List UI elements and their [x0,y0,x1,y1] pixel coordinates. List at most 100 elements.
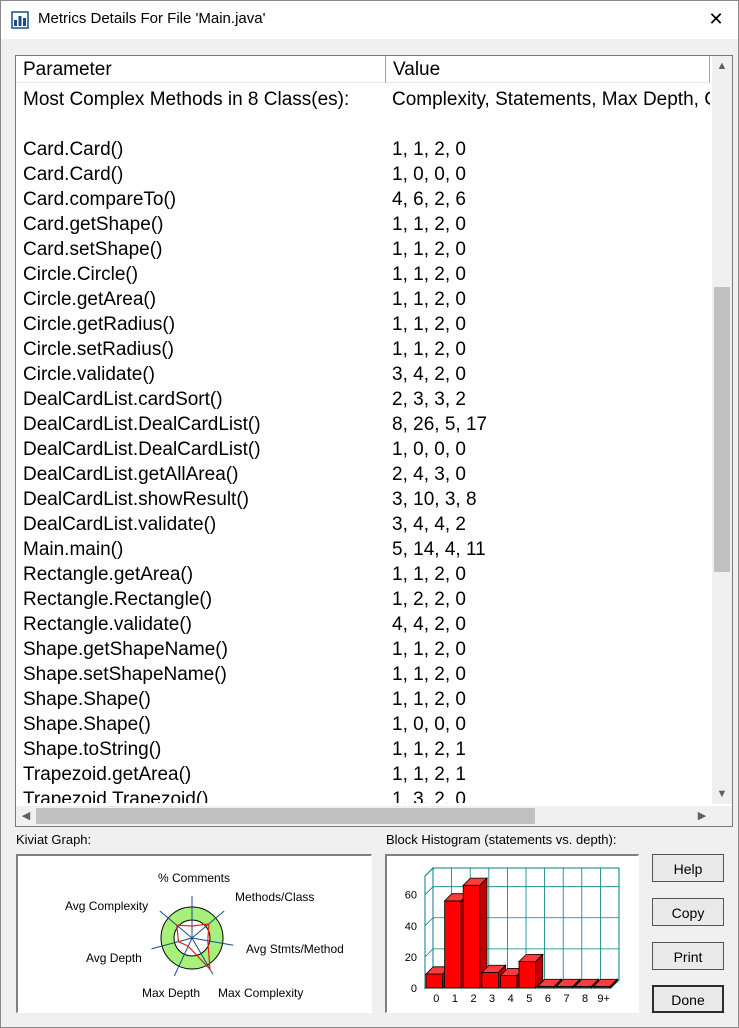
value-cell: 4, 4, 2, 0 [392,614,466,635]
value-cell: 2, 3, 3, 2 [392,389,466,410]
scroll-up-arrow-icon[interactable]: ▲ [712,56,732,76]
table-header: Parameter Value [16,56,710,84]
parameter-cell: Rectangle.getArea() [23,564,194,585]
histogram-x-tick-label: 5 [526,993,532,1005]
value-cell: 3, 4, 4, 2 [392,514,466,535]
table-row[interactable]: DealCardList.cardSort() 2, 3, 3, 2 [16,387,710,412]
table-row[interactable]: DealCardList.DealCardList() 8, 26, 5, 17 [16,412,710,437]
table-row[interactable]: DealCardList.showResult() 3, 10, 3, 8 [16,487,710,512]
histogram-bar [481,972,499,989]
value-cell: Complexity, Statements, Max Depth, Calls [392,89,710,110]
parameter-cell: DealCardList.showResult() [23,489,249,510]
kiviat-axis-label-max-depth: Max Depth [142,986,200,1000]
table-row[interactable]: Shape.Shape() 1, 0, 0, 0 [16,712,710,737]
table-row[interactable]: Card.setShape() 1, 1, 2, 0 [16,237,710,262]
value-cell: 1, 1, 2, 0 [392,639,466,660]
horizontal-scrollbar[interactable]: ◀ ▶ [16,806,712,826]
kiviat-axis-label-comments: % Comments [158,871,230,885]
table-row[interactable]: DealCardList.validate() 3, 4, 4, 2 [16,512,710,537]
table-row[interactable]: Card.getShape() 1, 1, 2, 0 [16,212,710,237]
parameter-cell: DealCardList.cardSort() [23,389,223,410]
table-row[interactable]: Main.main() 5, 14, 4, 11 [16,537,710,562]
table-row[interactable]: Circle.Circle() 1, 1, 2, 0 [16,262,710,287]
parameter-cell: Main.main() [23,539,124,560]
value-cell: 8, 26, 5, 17 [392,414,488,435]
histogram-x-tick-label: 3 [489,993,495,1005]
parameter-cell: Card.compareTo() [23,189,177,210]
scroll-right-arrow-icon[interactable]: ▶ [692,806,712,826]
kiviat-graph-canvas: % Comments Methods/Class Avg Stmts/Metho… [65,871,344,1000]
value-cell: 2, 4, 3, 0 [392,464,466,485]
histogram-x-tick-label: 1 [452,993,458,1005]
histogram-bar [444,900,462,989]
metrics-table: Parameter Value Most Complex Methods in … [15,55,733,827]
parameter-cell: DealCardList.getAllArea() [23,464,239,485]
value-cell: 3, 10, 3, 8 [392,489,477,510]
parameter-cell: Trapezoid.Trapezoid() [23,789,209,803]
value-cell: 1, 1, 2, 0 [392,264,466,285]
table-row[interactable]: DealCardList.getAllArea() 2, 4, 3, 0 [16,462,710,487]
horizontal-scroll-thumb[interactable] [36,808,535,824]
kiviat-axis-label-avg-complexity: Avg Complexity [65,899,148,913]
title-bar: Metrics Details For File 'Main.java' ✕ [1,1,738,39]
table-row[interactable]: Circle.getRadius() 1, 1, 2, 0 [16,312,710,337]
parameter-cell: Shape.setShapeName() [23,664,227,685]
kiviat-axis-label-methods-per-class: Methods/Class [235,890,314,904]
parameter-cell: Shape.getShapeName() [23,639,228,660]
table-row[interactable]: Rectangle.getArea() 1, 1, 2, 0 [16,562,710,587]
table-row[interactable]: Circle.setRadius() 1, 1, 2, 0 [16,337,710,362]
vertical-scrollbar[interactable]: ▲ ▼ [712,56,732,804]
table-row[interactable]: Card.Card() 1, 0, 0, 0 [16,162,710,187]
print-button[interactable]: Print [652,942,724,970]
histogram-bar [518,961,537,989]
table-row[interactable]: Shape.toString() 1, 1, 2, 1 [16,737,710,762]
table-row[interactable] [16,112,710,137]
parameter-cell: DealCardList.DealCardList() [23,439,261,460]
histogram-x-tick-label: 2 [470,993,476,1005]
table-row[interactable]: Circle.validate() 3, 4, 2, 0 [16,362,710,387]
done-button[interactable]: Done [652,985,724,1013]
table-row[interactable]: Shape.setShapeName() 1, 1, 2, 0 [16,662,710,687]
value-cell: 1, 1, 2, 0 [392,314,466,335]
parameter-cell: Card.Card() [23,164,124,185]
scrollbar-corner [712,806,732,826]
table-row[interactable]: Trapezoid.Trapezoid() 1, 3, 2, 0 [16,787,710,803]
kiviat-graph: % Comments Methods/Class Avg Stmts/Metho… [16,854,372,1013]
table-row[interactable]: Rectangle.Rectangle() 1, 2, 2, 0 [16,587,710,612]
value-cell: 1, 2, 2, 0 [392,589,466,610]
table-row[interactable]: Shape.Shape() 1, 1, 2, 0 [16,687,710,712]
histogram-x-tick-label: 0 [433,993,439,1005]
scroll-left-arrow-icon[interactable]: ◀ [16,806,36,826]
table-row[interactable]: Card.Card() 1, 1, 2, 0 [16,137,710,162]
table-row[interactable]: Rectangle.validate() 4, 4, 2, 0 [16,612,710,637]
column-header-value[interactable]: Value [386,56,710,83]
table-row[interactable]: Circle.getArea() 1, 1, 2, 0 [16,287,710,312]
help-button[interactable]: Help [652,854,724,882]
table-row[interactable]: DealCardList.DealCardList() 1, 0, 0, 0 [16,437,710,462]
column-header-parameter[interactable]: Parameter [16,56,386,83]
table-row[interactable]: Shape.getShapeName() 1, 1, 2, 0 [16,637,710,662]
parameter-cell: Circle.setRadius() [23,339,174,360]
value-cell: 1, 1, 2, 0 [392,239,466,260]
histogram-bar [462,884,481,989]
table-row[interactable]: Trapezoid.getArea() 1, 1, 2, 1 [16,762,710,787]
block-histogram-label: Block Histogram (statements vs. depth): [386,832,617,847]
value-cell: 5, 14, 4, 11 [392,539,486,560]
histogram-x-tick-label: 4 [508,993,514,1005]
value-cell: 1, 1, 2, 1 [392,739,466,760]
parameter-cell: Rectangle.Rectangle() [23,589,213,610]
value-cell: 4, 6, 2, 6 [392,189,466,210]
parameter-cell: Shape.toString() [23,739,162,760]
histogram-bar [500,975,518,989]
table-row[interactable]: Card.compareTo() 4, 6, 2, 6 [16,187,710,212]
scroll-down-arrow-icon[interactable]: ▼ [712,784,732,804]
histogram-x-tick-label: 7 [563,993,569,1005]
table-row[interactable]: Most Complex Methods in 8 Class(es): Comp… [16,87,710,112]
value-cell: 3, 4, 2, 0 [392,364,466,385]
vertical-scroll-thumb[interactable] [714,287,730,572]
parameter-cell: Trapezoid.getArea() [23,764,192,785]
copy-button[interactable]: Copy [652,898,724,926]
value-cell: 1, 1, 2, 0 [392,214,466,235]
close-button[interactable]: ✕ [694,1,738,37]
value-cell: 1, 3, 2, 0 [392,789,466,803]
